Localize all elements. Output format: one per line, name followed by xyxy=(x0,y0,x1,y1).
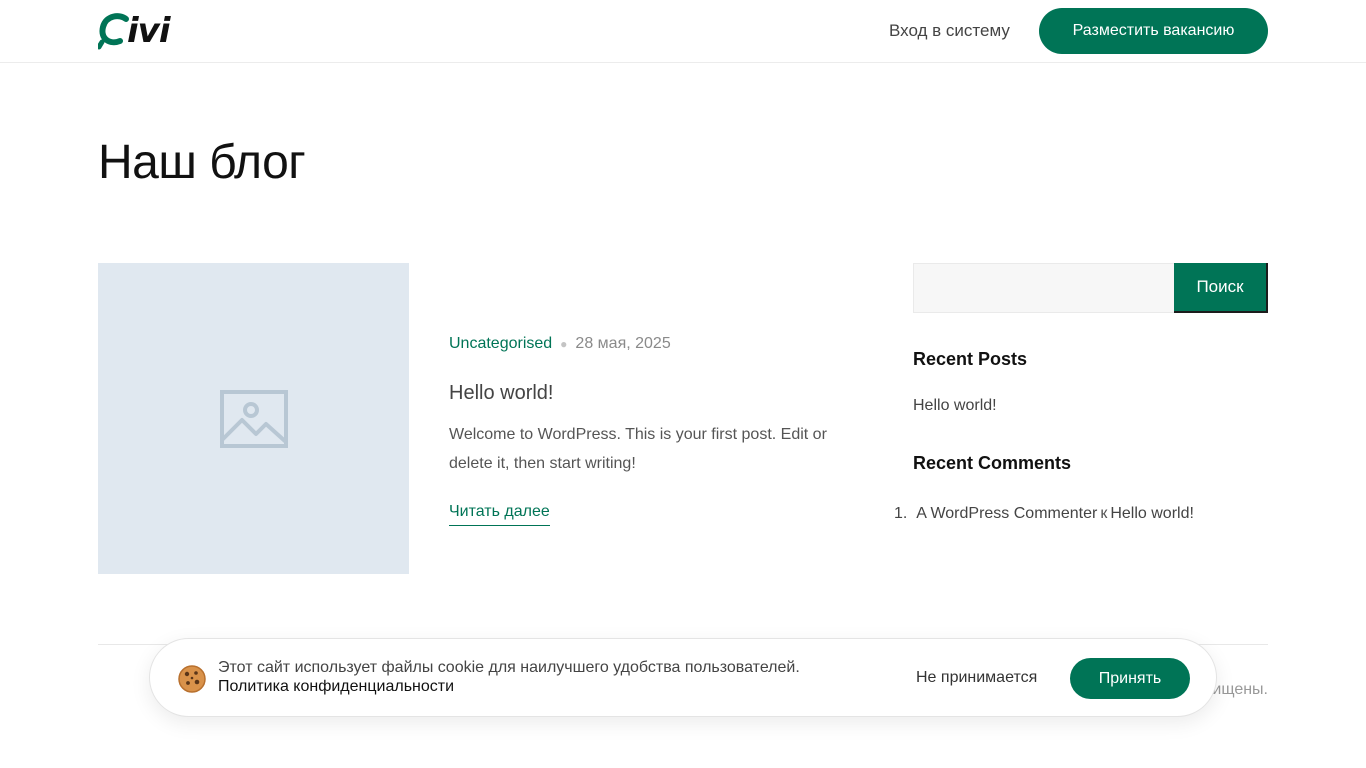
search-button[interactable]: Поиск xyxy=(1174,263,1268,313)
privacy-policy-link[interactable]: Политика конфиденциальности xyxy=(218,677,454,697)
comment-connector: к xyxy=(1100,505,1108,522)
accept-cookies-button[interactable]: Принять xyxy=(1070,658,1190,699)
post-job-button[interactable]: Разместить вакансию xyxy=(1039,8,1268,54)
login-link[interactable]: Вход в систему xyxy=(889,20,1010,42)
list-number: 1. xyxy=(894,505,917,522)
comment-post-link[interactable]: Hello world! xyxy=(1110,505,1194,522)
comment-author-link[interactable]: A WordPress Commenter xyxy=(916,505,1097,522)
logo-mark-icon xyxy=(98,13,129,50)
read-more-link[interactable]: Читать далее xyxy=(449,502,550,526)
post-meta: Uncategorised ● 28 мая, 2025 xyxy=(449,334,671,354)
post-thumbnail[interactable] xyxy=(98,263,409,574)
recent-post-link[interactable]: Hello world! xyxy=(913,396,997,416)
logo-text: ivi xyxy=(127,11,170,51)
search-input[interactable] xyxy=(913,263,1174,313)
site-logo[interactable]: ivi xyxy=(98,11,170,51)
post-title-link[interactable]: Hello world! xyxy=(449,381,553,405)
recent-comment-item: 1. A WordPress Commenter к Hello world! xyxy=(894,504,1194,524)
decline-cookies-button[interactable]: Не принимается xyxy=(916,667,1037,689)
cookie-message: Этот сайт использует файлы cookie для на… xyxy=(218,659,800,676)
site-header: ivi Вход в систему Разместить вакансию xyxy=(0,0,1366,63)
post-date: 28 мая, 2025 xyxy=(575,335,671,352)
recent-posts-title: Recent Posts xyxy=(913,349,1028,369)
post-category-link[interactable]: Uncategorised xyxy=(449,334,552,354)
footer-copyright: ищены. xyxy=(1212,681,1268,698)
recent-comments-title: Recent Comments xyxy=(913,453,1072,473)
cookie-icon xyxy=(178,665,206,693)
image-placeholder-icon xyxy=(219,389,288,448)
meta-separator-icon: ● xyxy=(560,337,568,351)
cookie-banner: Этот сайт использует файлы cookie для на… xyxy=(149,638,1217,717)
page-title: Наш блог xyxy=(98,136,306,189)
post-excerpt: Welcome to WordPress. This is your first… xyxy=(449,426,827,472)
